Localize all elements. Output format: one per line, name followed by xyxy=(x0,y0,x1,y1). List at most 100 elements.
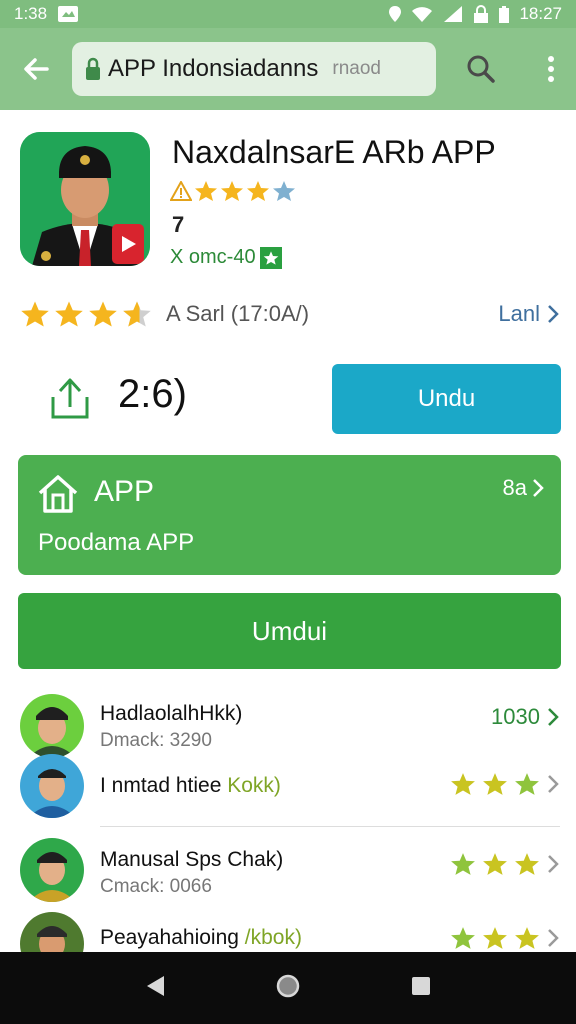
star-icon xyxy=(55,301,83,327)
nav-recents-button[interactable] xyxy=(410,975,432,1002)
share-count: 2:6) xyxy=(118,372,187,416)
star-icon xyxy=(89,301,117,327)
list-item-name: I nmtad htiee Kokk) xyxy=(100,774,281,798)
reviews-link[interactable]: Lanl xyxy=(498,301,560,327)
card-subtitle: Poodama APP xyxy=(38,529,195,556)
more-vert-icon xyxy=(548,56,554,82)
star-half-icon xyxy=(123,301,151,327)
list-item-name-tail: lhHkk) xyxy=(182,702,243,725)
navigation-bar xyxy=(0,952,576,1024)
star-icon xyxy=(483,853,507,875)
list-item-rating xyxy=(450,926,560,950)
download-button[interactable]: Umdui xyxy=(18,593,561,669)
avatar xyxy=(20,838,84,902)
square-recents-icon xyxy=(411,976,430,995)
app-title: NaxdalnsarE ARb APP xyxy=(172,134,496,170)
install-tag-text: X omc-40 xyxy=(170,246,256,268)
chevron-right-icon xyxy=(548,708,559,726)
list-item-rating xyxy=(450,772,560,796)
overflow-menu-button[interactable] xyxy=(526,28,576,110)
list-item-name: Manusal Sps Chak) xyxy=(100,848,284,871)
list-item-name-main: Peayahahioing xyxy=(100,926,239,949)
rating-stars xyxy=(20,300,152,328)
age-rating: 7 xyxy=(172,212,185,237)
install-button[interactable]: Undu xyxy=(332,364,561,434)
status-time: 1:38 xyxy=(14,4,48,23)
location-icon xyxy=(388,5,402,23)
chevron-right-icon xyxy=(533,479,544,497)
app-icon xyxy=(20,132,150,266)
avatar xyxy=(20,694,84,758)
nav-home-button[interactable] xyxy=(275,973,301,1004)
avatar xyxy=(20,754,84,818)
list-item[interactable]: Manusal Sps Chak) Cmack: 0066 xyxy=(20,838,560,906)
nav-back-button[interactable] xyxy=(144,974,166,1003)
star-icon xyxy=(451,773,475,795)
list-item-name: HadlaolalhHkk) xyxy=(100,702,242,726)
address-bar[interactable]: APP Indonsiadanns rnaod xyxy=(72,42,436,96)
list-item-sub: Dmack: 3290 xyxy=(100,730,212,751)
warning-icon xyxy=(170,181,192,201)
app-card[interactable]: APP Poodama APP 8a xyxy=(18,455,561,575)
share-icon xyxy=(51,378,89,419)
list-item-name-tail: Kokk) xyxy=(227,774,281,797)
list-item-count: 1030 xyxy=(491,704,560,730)
card-count: 8a xyxy=(503,475,545,501)
lock-icon xyxy=(86,57,100,80)
search-icon xyxy=(467,55,495,83)
star-icon xyxy=(273,181,295,201)
star-icon xyxy=(483,773,507,795)
status-bar: 1:38 18:27 xyxy=(0,0,576,28)
battery-icon xyxy=(498,5,510,23)
star-icon xyxy=(195,181,217,201)
chevron-right-icon xyxy=(548,305,559,323)
star-icon xyxy=(21,301,49,327)
notification-icon xyxy=(57,5,79,23)
list-item-sub: Cmack: 0066 xyxy=(100,876,212,897)
url-suffix: rnaod xyxy=(332,58,381,79)
star-icon xyxy=(451,853,475,875)
signal-icon xyxy=(442,5,464,23)
card-title: APP xyxy=(94,475,155,508)
triangle-back-icon xyxy=(147,975,165,996)
lock-icon xyxy=(473,5,489,23)
star-icon xyxy=(515,773,539,795)
search-button[interactable] xyxy=(436,28,526,110)
share-button[interactable] xyxy=(40,368,100,428)
home-icon xyxy=(38,475,78,513)
app-bar: APP Indonsiadanns rnaod xyxy=(0,28,576,110)
list-item[interactable]: HadlaolalhHkk) Dmack: 3290 1030 xyxy=(20,694,560,758)
reviews-link-label: Lanl xyxy=(498,301,540,326)
star-icon xyxy=(515,927,539,949)
back-button[interactable] xyxy=(0,28,72,110)
list-item-name-tail: /kbok) xyxy=(244,926,302,949)
star-icon xyxy=(483,927,507,949)
list-item-rating xyxy=(450,852,560,876)
star-box-icon xyxy=(259,246,282,269)
divider xyxy=(100,826,560,827)
card-count-value: 8a xyxy=(502,475,527,500)
chevron-right-icon xyxy=(548,929,559,947)
list-item-name-main: Hadlaola xyxy=(100,702,183,725)
chevron-right-icon xyxy=(548,775,559,793)
star-icon xyxy=(247,181,269,201)
rating-row: A Sarl (17:0A/) Lanl xyxy=(20,290,560,338)
star-icon xyxy=(451,927,475,949)
list-item-name-main: I nmtad htiee xyxy=(100,774,222,797)
list-item-name: Peayahahioing /kbok) xyxy=(100,926,302,950)
list-item[interactable]: Peayahahioing /kbok) xyxy=(20,912,560,952)
arrow-left-icon xyxy=(24,58,49,80)
rating-text: A Sarl (17:0A/) xyxy=(166,301,310,326)
list-item[interactable]: I nmtad htiee Kokk) xyxy=(20,754,560,818)
avatar xyxy=(20,912,84,952)
url-text: APP Indonsiadanns xyxy=(108,55,319,82)
list-item-count-value: 1030 xyxy=(491,704,540,729)
wifi-icon xyxy=(411,5,433,23)
chevron-right-icon xyxy=(548,855,559,873)
content-rating xyxy=(170,180,296,202)
status-clock: 18:27 xyxy=(519,4,562,23)
install-tag: X omc-40 xyxy=(170,246,282,269)
star-icon xyxy=(221,181,243,201)
star-icon xyxy=(515,853,539,875)
circle-home-icon xyxy=(276,974,300,997)
